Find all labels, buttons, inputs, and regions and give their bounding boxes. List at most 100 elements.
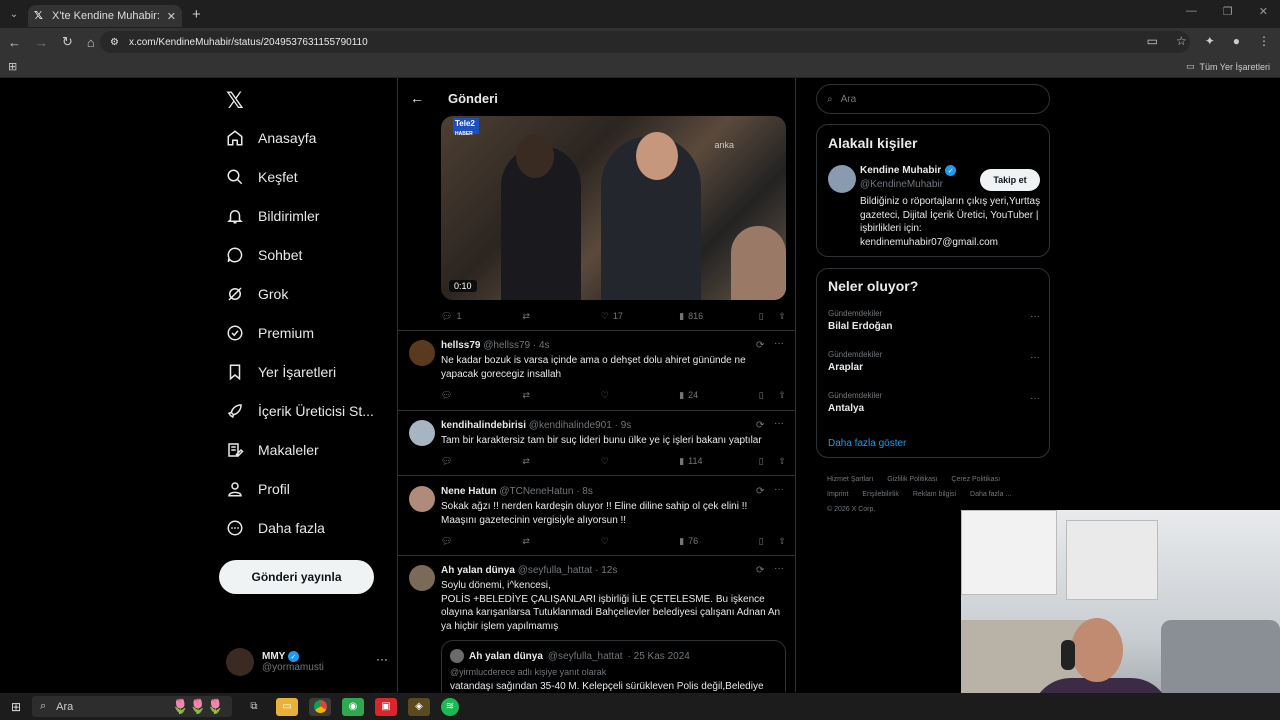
nav-item-profile[interactable]: Profil <box>226 480 290 498</box>
close-tab-icon[interactable]: ✕ <box>167 10 176 23</box>
share-button[interactable]: ⇪ <box>778 390 786 401</box>
bookmark-button[interactable]: ▯ <box>759 536 779 547</box>
show-more-link[interactable]: Daha fazla göster <box>828 438 906 449</box>
follow-button[interactable]: Takip et <box>980 169 1040 191</box>
bookmark-button[interactable]: ▯ <box>759 311 779 322</box>
reply-button[interactable]: 💬︎ 1 <box>441 311 522 322</box>
cast-icon[interactable]: ▭ <box>1147 34 1158 48</box>
footer-link[interactable]: Reklam bilgisi <box>913 491 956 498</box>
spotify-icon[interactable]: ≋ <box>441 697 459 716</box>
share-button[interactable]: ⇪ <box>778 456 786 467</box>
close-window-icon[interactable]: ✕ <box>1259 5 1268 18</box>
nav-item-notifications[interactable]: Bildirimler <box>226 207 319 225</box>
home-browser-icon[interactable]: ⌂ <box>87 35 95 50</box>
nav-item-chat[interactable]: Sohbet <box>226 246 302 264</box>
grok-explain-icon[interactable]: ⟳ <box>756 420 764 431</box>
video-player[interactable]: Tele2 HABER anka 0:10 <box>441 116 786 300</box>
apps-grid-icon[interactable]: ⊞ <box>8 60 17 73</box>
bookmark-button[interactable]: ▯ <box>759 456 779 467</box>
account-more-icon[interactable]: ··· <box>376 652 388 666</box>
nav-item-articles[interactable]: Makaleler <box>226 441 319 459</box>
footer-link[interactable]: Gizlilik Politikası <box>887 476 937 483</box>
url-field[interactable]: ⚙ x.com/KendineMuhabir/status/2049537631… <box>100 31 1190 53</box>
trend-item[interactable]: Gündemdekiler Antalya <box>828 391 882 414</box>
footer-link[interactable]: Hizmet Şartları <box>827 476 873 483</box>
app-icon[interactable]: ◉ <box>342 697 364 716</box>
reply-count: 1 <box>456 311 462 321</box>
taskbar-search[interactable]: ⌕ Ara 🌷🌷🌷 <box>32 696 232 717</box>
views-button[interactable]: ▮ 24 <box>679 390 758 401</box>
grok-explain-icon[interactable]: ⟳ <box>756 340 764 351</box>
file-explorer-icon[interactable]: ▭ <box>276 697 298 716</box>
reply-button[interactable]: 💬︎ <box>441 456 522 467</box>
repost-button[interactable]: ⇄ <box>522 311 600 322</box>
nav-item-more[interactable]: Daha fazla <box>226 519 325 537</box>
nav-item-home[interactable]: Anasayfa <box>226 129 316 147</box>
views-button[interactable]: ▮ 114 <box>679 456 758 467</box>
nav-item-creator-studio[interactable]: İçerik Üreticisi St... <box>226 402 374 420</box>
x-logo-icon[interactable]: 𝕏 <box>226 88 244 114</box>
nav-item-bookmarks[interactable]: Yer İşaretleri <box>226 363 336 381</box>
share-button[interactable]: ⇪ <box>778 311 786 322</box>
windows-start-icon[interactable]: ⊞ <box>0 700 32 714</box>
trend-more-icon[interactable]: ··· <box>1030 393 1040 404</box>
trend-item[interactable]: Gündemdekiler Araplar <box>828 350 882 373</box>
like-button[interactable]: ♡ 17 <box>601 311 679 322</box>
task-view-icon[interactable]: ⧉ <box>243 698 265 716</box>
reply-handle: @TCNeneHatun <box>499 486 574 497</box>
reload-icon[interactable]: ↻ <box>62 34 73 50</box>
like-button[interactable]: ♡ <box>601 390 679 401</box>
reply-icon: 💬︎ <box>441 310 453 321</box>
maximize-icon[interactable]: ❐ <box>1223 5 1233 18</box>
more-options-icon[interactable]: ··· <box>774 563 784 574</box>
minimize-icon[interactable]: — <box>1186 5 1197 18</box>
grok-explain-icon[interactable]: ⟳ <box>756 486 764 497</box>
trend-more-icon[interactable]: ··· <box>1030 311 1040 322</box>
nav-item-grok[interactable]: Grok <box>226 285 288 303</box>
more-options-icon[interactable]: ··· <box>774 338 784 349</box>
repost-button[interactable]: ⇄ <box>522 456 600 467</box>
chrome-icon[interactable] <box>309 697 331 716</box>
star-icon[interactable]: ☆ <box>1176 34 1187 48</box>
nav-item-explore[interactable]: Keşfet <box>226 168 298 186</box>
back-arrow-icon[interactable]: ← <box>410 90 424 106</box>
site-info-icon[interactable]: ⚙ <box>110 37 119 48</box>
trend-item[interactable]: Gündemdekiler Bilal Erdoğan <box>828 309 892 332</box>
like-button[interactable]: ♡ <box>601 456 679 467</box>
footer-link[interactable]: Imprint <box>827 491 848 498</box>
reply-button[interactable]: 💬︎ <box>441 390 522 401</box>
related-name[interactable]: Kendine Muhabir <box>860 165 941 176</box>
views-button[interactable]: ▮ 816 <box>679 311 758 322</box>
footer-link[interactable]: Daha fazla ... <box>970 491 1011 498</box>
account-switcher[interactable]: MMY ✓ @yormamusti ··· <box>226 648 388 676</box>
all-bookmarks[interactable]: ▭ Tüm Yer İşaretleri <box>1186 61 1270 72</box>
bookmark-button[interactable]: ▯ <box>759 390 779 401</box>
tab-search-icon[interactable]: ⌄ <box>0 0 28 28</box>
quoted-post[interactable]: Ah yalan dünya @seyfulla_hattat · 25 Kas… <box>441 640 786 692</box>
forward-icon[interactable]: → <box>35 35 48 50</box>
repost-button[interactable]: ⇄ <box>522 390 600 401</box>
post-button[interactable]: Gönderi yayınla <box>219 560 374 594</box>
new-tab-icon[interactable]: + <box>192 6 201 23</box>
search-input[interactable]: ⌕ Ara <box>816 84 1050 114</box>
browser-tab[interactable]: 𝕏 X'te Kendine Muhabir: "Gülista ✕ <box>28 5 182 27</box>
grok-explain-icon[interactable]: ⟳ <box>756 565 764 576</box>
more-options-icon[interactable]: ··· <box>774 418 784 429</box>
nav-item-premium[interactable]: Premium <box>226 324 314 342</box>
views-button[interactable]: ▮ 76 <box>679 536 758 547</box>
reply-button[interactable]: 💬︎ <box>441 536 522 547</box>
repost-button[interactable]: ⇄ <box>522 536 600 547</box>
nav-label: Anasayfa <box>258 130 317 146</box>
trend-more-icon[interactable]: ··· <box>1030 352 1040 363</box>
share-button[interactable]: ⇪ <box>778 536 786 547</box>
browser-menu-icon[interactable]: ⋮ <box>1258 34 1270 48</box>
like-button[interactable]: ♡ <box>601 536 679 547</box>
footer-link[interactable]: Erişilebilirlik <box>862 491 899 498</box>
footer-link[interactable]: Çerez Politikası <box>951 476 1000 483</box>
extensions-icon[interactable]: ✦ <box>1205 34 1215 48</box>
app-icon[interactable]: ◈ <box>408 697 430 716</box>
more-options-icon[interactable]: ··· <box>774 484 784 495</box>
profile-avatar-icon[interactable]: ● <box>1233 34 1240 48</box>
back-icon[interactable]: ← <box>8 35 21 50</box>
app-icon[interactable]: ▣ <box>375 697 397 716</box>
